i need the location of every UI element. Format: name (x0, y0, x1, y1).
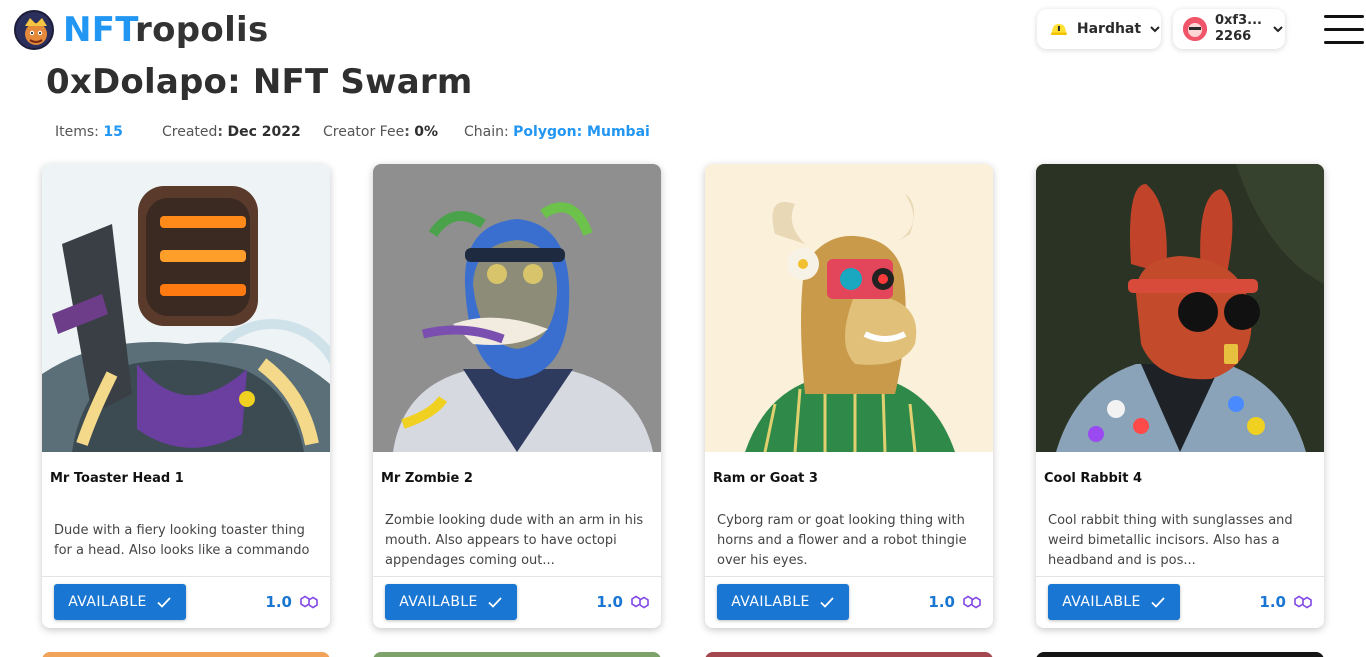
polygon-matic-icon (631, 595, 649, 609)
available-button[interactable]: AVAILABLE (385, 584, 517, 620)
check-icon (488, 597, 502, 608)
top-bar: NFTropolis Hardhat 0xf3... 2266 (0, 0, 1366, 64)
available-button[interactable]: AVAILABLE (717, 584, 849, 620)
price-value: 1.0 (1259, 593, 1286, 611)
nft-card[interactable]: Mr Toaster Head 1 Dude with a fiery look… (42, 164, 330, 628)
check-icon (1151, 597, 1165, 608)
price-value: 1.0 (265, 593, 292, 611)
price-value: 1.0 (596, 593, 623, 611)
page-title: 0xDolapo: NFT Swarm (46, 62, 473, 102)
nft-card-peek[interactable] (42, 652, 330, 657)
price-value: 1.0 (928, 593, 955, 611)
account-avatar-icon (1183, 17, 1207, 41)
nft-image[interactable] (705, 164, 993, 452)
price: 1.0 (596, 593, 649, 611)
nft-card[interactable]: Ram or Goat 3 Cyborg ram or goat looking… (705, 164, 993, 628)
card-title[interactable]: Mr Toaster Head 1 (50, 471, 184, 486)
meta-created: Created: Dec 2022 (162, 124, 301, 140)
card-description: Cyborg ram or goat looking thing with ho… (717, 513, 967, 568)
nft-card-peek[interactable] (1036, 652, 1324, 657)
account-info: 0xf3... 2266 (1215, 13, 1262, 45)
card-divider (705, 576, 993, 577)
card-description: Cool rabbit thing with sunglasses and we… (1048, 513, 1293, 568)
chevron-down-icon (1150, 26, 1160, 33)
account-balance: 2266 (1215, 29, 1252, 44)
available-button[interactable]: AVAILABLE (54, 584, 186, 620)
polygon-matic-icon (300, 595, 318, 609)
meta-creator-fee: Creator Fee: 0% (323, 124, 439, 140)
network-label: Hardhat (1076, 21, 1142, 37)
hardhat-icon (1050, 24, 1067, 35)
card-divider (42, 576, 330, 577)
card-divider (1036, 576, 1324, 577)
check-icon (157, 597, 171, 608)
created-date: Dec 2022 (227, 124, 301, 140)
brand-logo[interactable]: NFTropolis (14, 10, 269, 50)
network-selector[interactable]: Hardhat (1037, 9, 1161, 49)
nft-image[interactable] (1036, 164, 1324, 452)
nft-image[interactable] (373, 164, 661, 452)
account-address: 0xf3... (1215, 13, 1262, 28)
card-divider (373, 576, 661, 577)
check-icon (820, 597, 834, 608)
polygon-matic-icon (1294, 595, 1312, 609)
nft-card[interactable]: Cool Rabbit 4 Cool rabbit thing with sun… (1036, 164, 1324, 628)
price: 1.0 (1259, 593, 1312, 611)
nft-card-peek[interactable] (705, 652, 993, 657)
hamburger-menu-icon[interactable] (1322, 12, 1366, 46)
polygon-matic-icon (963, 595, 981, 609)
card-description: Zombie looking dude with an arm in his m… (385, 513, 644, 568)
chevron-down-icon (1273, 26, 1283, 33)
meta-items: Items: 15 (55, 124, 123, 140)
card-description: Dude with a fiery looking toaster thing … (54, 523, 310, 558)
nft-image[interactable] (42, 164, 330, 452)
price: 1.0 (265, 593, 318, 611)
logo-avatar-icon (14, 10, 54, 50)
price: 1.0 (928, 593, 981, 611)
creator-fee: 0% (414, 124, 439, 140)
brand-name: NFTropolis (63, 10, 269, 50)
nft-card[interactable]: Mr Zombie 2 Zombie looking dude with an … (373, 164, 661, 628)
account-selector[interactable]: 0xf3... 2266 (1173, 9, 1285, 49)
nft-card-peek[interactable] (373, 652, 661, 657)
items-count: 15 (103, 124, 123, 140)
card-title[interactable]: Ram or Goat 3 (713, 471, 818, 486)
meta-chain: Chain: Polygon: Mumbai (464, 124, 650, 140)
available-button[interactable]: AVAILABLE (1048, 584, 1180, 620)
chain-name: Polygon: Mumbai (513, 124, 650, 140)
card-title[interactable]: Cool Rabbit 4 (1044, 471, 1142, 486)
card-title[interactable]: Mr Zombie 2 (381, 471, 473, 486)
